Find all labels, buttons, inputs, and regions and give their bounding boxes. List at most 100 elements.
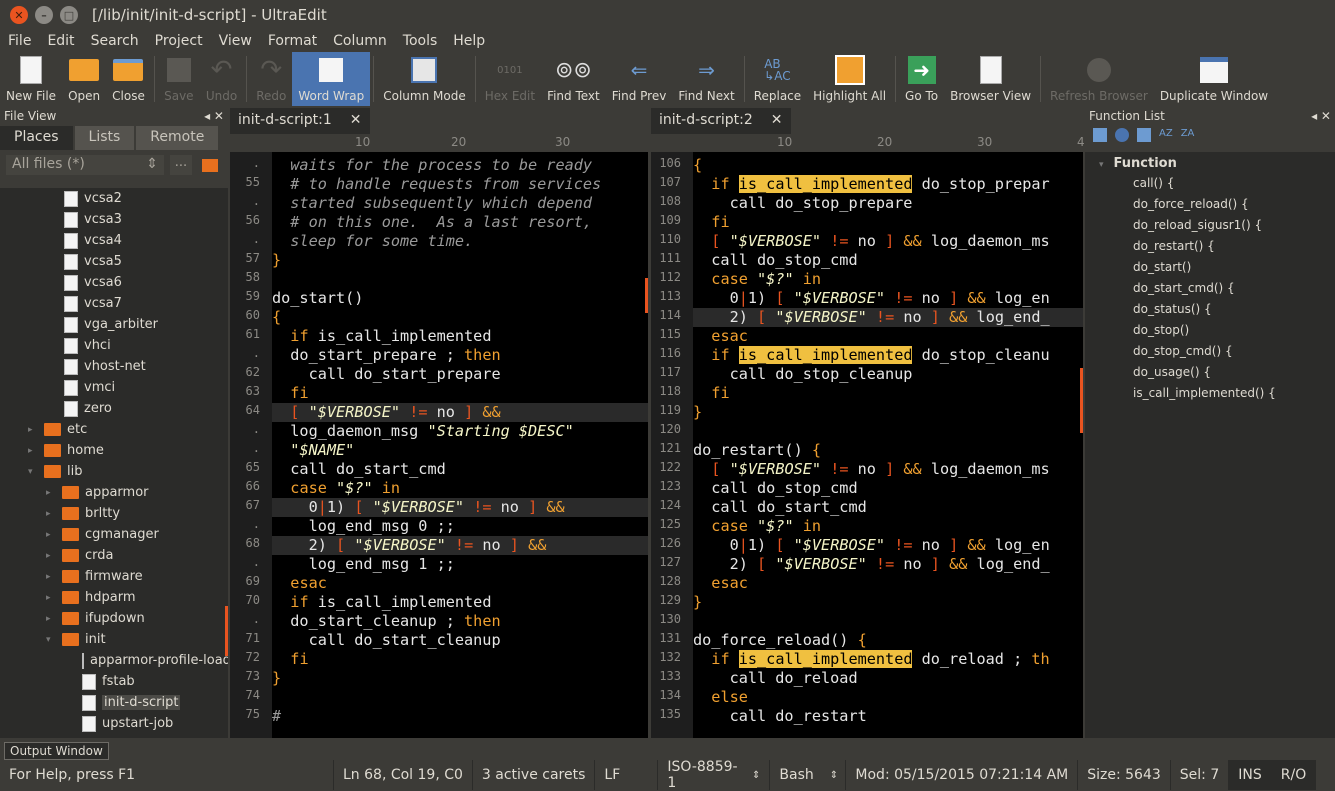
editor-scrollbar[interactable] <box>645 278 648 313</box>
code-line[interactable]: 0|1) [ "$VERBOSE" != no ] && <box>272 498 648 517</box>
list-icon[interactable] <box>1093 128 1107 142</box>
code-line[interactable]: call do_start_prepare <box>272 365 501 384</box>
code-line[interactable]: call do_restart <box>693 707 867 726</box>
code-line[interactable]: esac <box>693 574 748 593</box>
function-group[interactable]: ▾ Function <box>1085 152 1335 173</box>
code-line[interactable]: log_daemon_msg "Starting $DESC" <box>272 422 573 441</box>
find-prev-button[interactable]: ⇐ Find Prev <box>606 52 673 106</box>
panel-controls[interactable]: ◂ ✕ <box>1311 109 1331 123</box>
redo-button[interactable]: ↷ Redo <box>250 52 292 106</box>
expand-arrow-icon[interactable]: ▸ <box>46 614 56 624</box>
tree-scrollbar[interactable] <box>225 606 228 656</box>
code-line[interactable]: call do_start_cleanup <box>272 631 501 650</box>
code-line[interactable]: do_start() <box>272 289 363 308</box>
code-line[interactable]: 2) [ "$VERBOSE" != no ] && log_end_ <box>693 555 1050 574</box>
refresh-browser-button[interactable]: Refresh Browser <box>1044 52 1154 106</box>
status-readonly[interactable]: R/O <box>1271 760 1317 790</box>
code-line[interactable]: # <box>272 707 281 726</box>
code-line[interactable]: [ "$VERBOSE" != no ] && log_daemon_ms <box>693 232 1049 251</box>
tab-lists[interactable]: Lists <box>74 126 135 150</box>
menu-project[interactable]: Project <box>147 33 211 49</box>
code-line[interactable]: fi <box>693 213 729 232</box>
close-window-button[interactable]: ✕ <box>10 6 28 24</box>
expand-arrow-icon[interactable]: ▾ <box>46 635 56 645</box>
find-next-button[interactable]: ⇒ Find Next <box>672 52 740 106</box>
code-line[interactable]: esac <box>272 574 327 593</box>
tree-file[interactable]: apparmor-profile-load <box>0 650 228 671</box>
tab-init-d-script-2[interactable]: init-d-script:2 ✕ <box>651 108 791 134</box>
code-line[interactable]: } <box>693 403 702 422</box>
menu-column[interactable]: Column <box>325 33 395 49</box>
tree-folder[interactable]: ▸ crda <box>0 545 228 566</box>
tree-file[interactable]: vmci <box>0 377 228 398</box>
output-window-tab[interactable]: Output Window <box>4 742 109 760</box>
code-line[interactable]: do_start_prepare ; then <box>272 346 500 365</box>
duplicate-window-button[interactable]: Duplicate Window <box>1154 52 1274 106</box>
replace-button[interactable]: AB ↳AC Replace <box>748 52 807 106</box>
expand-arrow-icon[interactable]: ▸ <box>46 488 56 498</box>
code-line[interactable]: { <box>693 156 702 175</box>
function-item[interactable]: do_start_cmd() { <box>1085 278 1335 299</box>
menu-search[interactable]: Search <box>83 33 147 49</box>
code-line[interactable]: call do_stop_cleanup <box>693 365 913 384</box>
tree-file[interactable]: vcsa7 <box>0 293 228 314</box>
code-line[interactable]: # on this one. As a last resort, <box>272 213 592 232</box>
menu-help[interactable]: Help <box>445 33 493 49</box>
expand-arrow-icon[interactable]: ▸ <box>46 593 56 603</box>
menu-tools[interactable]: Tools <box>395 33 446 49</box>
menu-edit[interactable]: Edit <box>39 33 82 49</box>
function-item[interactable]: is_call_implemented() { <box>1085 383 1335 404</box>
status-eol[interactable]: LF <box>595 760 659 790</box>
expand-arrow-icon[interactable]: ▸ <box>28 446 38 456</box>
code-line[interactable]: 0|1) [ "$VERBOSE" != no ] && log_en <box>693 536 1050 555</box>
refresh-icon[interactable] <box>1137 128 1151 142</box>
code-line[interactable]: [ "$VERBOSE" != no ] && <box>272 403 648 422</box>
expand-arrow-icon[interactable]: ▸ <box>46 509 56 519</box>
code-line[interactable]: else <box>693 688 748 707</box>
tab-remote[interactable]: Remote <box>136 126 219 150</box>
code-line[interactable]: # to handle requests from services <box>272 175 601 194</box>
code-line[interactable]: if is_call_implemented <box>272 593 491 612</box>
code-line[interactable]: call do_stop_cmd <box>693 251 857 270</box>
expand-arrow-icon[interactable]: ▸ <box>46 530 56 540</box>
code-line[interactable]: call do_stop_cmd <box>693 479 857 498</box>
status-insert-mode[interactable]: INS <box>1229 760 1272 790</box>
code-line[interactable]: [ "$VERBOSE" != no ] && log_daemon_ms <box>693 460 1049 479</box>
expand-arrow-icon[interactable]: ▸ <box>46 572 56 582</box>
close-tab-icon[interactable]: ✕ <box>350 112 362 134</box>
code-line[interactable]: call do_start_cmd <box>693 498 866 517</box>
panel-controls[interactable]: ◂ ✕ <box>204 109 224 123</box>
code-line[interactable]: if is_call_implemented <box>272 327 491 346</box>
sort-az-icon[interactable]: AZ <box>1159 128 1173 142</box>
browse-button[interactable]: ... <box>170 155 192 175</box>
maximize-window-button[interactable]: □ <box>60 6 78 24</box>
function-item[interactable]: do_restart() { <box>1085 236 1335 257</box>
tree-folder[interactable]: ▾ init <box>0 629 228 650</box>
code-line[interactable]: call do_stop_prepare <box>693 194 913 213</box>
tree-file[interactable]: init-d-script <box>0 692 228 713</box>
tree-file[interactable]: upstart-job <box>0 713 228 734</box>
minimize-window-button[interactable]: – <box>35 6 53 24</box>
code-line[interactable]: case "$?" in <box>693 517 821 536</box>
tree-file[interactable]: fstab <box>0 671 228 692</box>
code-line[interactable]: if is_call_implemented do_reload ; th <box>693 650 1050 669</box>
code-line[interactable]: fi <box>272 650 308 669</box>
tree-file[interactable]: vcsa4 <box>0 230 228 251</box>
code-line[interactable]: fi <box>272 384 308 403</box>
menu-format[interactable]: Format <box>260 33 325 49</box>
function-item[interactable]: do_usage() { <box>1085 362 1335 383</box>
tree-folder[interactable]: ▸ hdparm <box>0 587 228 608</box>
code-line[interactable]: { <box>272 308 281 327</box>
status-encoding[interactable]: ISO-8859-1 ⇕ <box>658 759 771 791</box>
tree-file[interactable]: vcsa6 <box>0 272 228 293</box>
tree-file[interactable]: vhci <box>0 335 228 356</box>
code-line[interactable]: call do_reload <box>693 669 858 688</box>
code-line[interactable]: sleep for some time. <box>272 232 473 251</box>
tree-folder[interactable]: ▸ home <box>0 440 228 461</box>
word-wrap-button[interactable]: Word Wrap <box>292 52 371 106</box>
tree-folder[interactable]: ▸ brltty <box>0 503 228 524</box>
browser-view-button[interactable]: Browser View <box>944 52 1037 106</box>
tree-folder[interactable]: ▸ ifupdown <box>0 608 228 629</box>
expand-arrow-icon[interactable]: ▸ <box>46 551 56 561</box>
code-line[interactable]: log_end_msg 1 ;; <box>272 555 455 574</box>
